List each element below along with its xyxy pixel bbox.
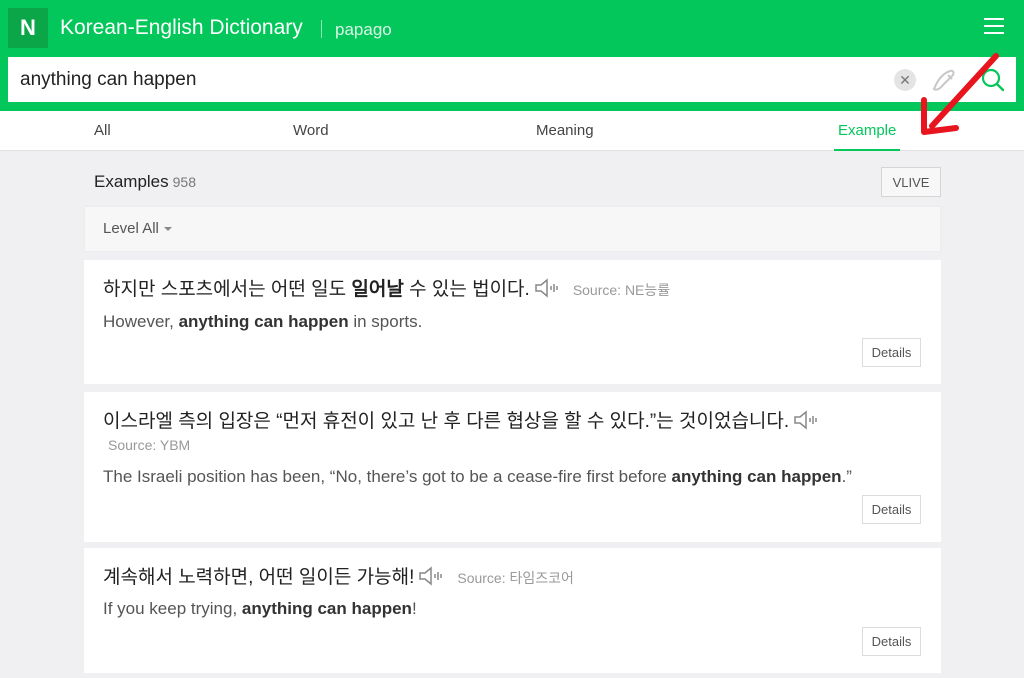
highlight-phrase: anything can happen — [671, 467, 842, 486]
korean-sentence: 이스라엘 측의 입장은 “먼저 휴전이 있고 난 후 다른 협상을 할 수 있다… — [103, 406, 818, 433]
details-button[interactable]: Details — [862, 627, 921, 656]
tab-meaning[interactable]: Meaning — [536, 111, 594, 151]
examples-count: 958 — [172, 174, 196, 190]
app-title[interactable]: Korean-English Dictionary — [60, 16, 303, 40]
speaker-icon[interactable] — [533, 278, 559, 298]
example-card: 이스라엘 측의 입장은 “먼저 휴전이 있고 난 후 다른 협상을 할 수 있다… — [84, 392, 941, 542]
menu-line — [984, 25, 1004, 27]
level-label: Level All — [103, 220, 159, 237]
example-card: 계속해서 노력하면, 어떤 일이든 가능해! Source: 타임즈코어 If y… — [84, 548, 941, 673]
level-dropdown[interactable]: Level All — [103, 220, 172, 237]
highlight-word: 일어날 — [351, 279, 404, 300]
tab-word[interactable]: Word — [293, 111, 329, 151]
examples-title: Examples — [94, 172, 169, 191]
level-filter-bar: Level All — [84, 206, 941, 252]
source-label: Source: NE능률 — [572, 282, 671, 298]
vlive-button[interactable]: VLIVE — [881, 167, 941, 197]
papago-link[interactable]: papago — [335, 20, 392, 40]
speaker-icon[interactable] — [417, 566, 443, 586]
example-card: 하지만 스포츠에서는 어떤 일도 일어날 수 있는 법이다. Source: NE… — [84, 260, 941, 384]
hamburger-icon[interactable] — [984, 18, 1004, 36]
highlight-phrase: anything can happen — [241, 599, 412, 618]
highlight-phrase: anything can happen — [178, 312, 349, 331]
tab-example[interactable]: Example — [833, 111, 901, 151]
annotation-arrow — [921, 53, 999, 135]
tab-all[interactable]: All — [94, 111, 111, 151]
caret-down-icon — [163, 227, 172, 232]
search-input[interactable] — [20, 65, 870, 95]
english-sentence: If you keep trying, anything can happen! — [103, 599, 417, 618]
korean-sentence: 계속해서 노력하면, 어떤 일이든 가능해! Source: 타임즈코어 — [103, 566, 574, 588]
english-sentence: The Israeli position has been, “No, ther… — [103, 467, 852, 486]
details-button[interactable]: Details — [862, 495, 921, 524]
details-button[interactable]: Details — [862, 338, 921, 367]
menu-line — [984, 18, 1004, 20]
speaker-icon[interactable] — [792, 410, 818, 430]
english-sentence: However, anything can happen in sports. — [103, 312, 423, 331]
tab-bar: All Word Meaning Example — [0, 111, 1024, 151]
title-divider — [321, 20, 322, 38]
source-label: Source: YBM — [108, 437, 191, 453]
header-bar: N Korean-English Dictionary papago ✕ — [0, 0, 1024, 111]
naver-logo[interactable]: N — [8, 8, 48, 48]
search-box: ✕ — [8, 57, 1016, 102]
korean-sentence: 하지만 스포츠에서는 어떤 일도 일어날 수 있는 법이다. Source: NE… — [103, 278, 671, 300]
menu-line — [984, 32, 1004, 34]
examples-heading: Examples 958 — [94, 172, 196, 192]
source-label: Source: 타임즈코어 — [457, 570, 574, 586]
